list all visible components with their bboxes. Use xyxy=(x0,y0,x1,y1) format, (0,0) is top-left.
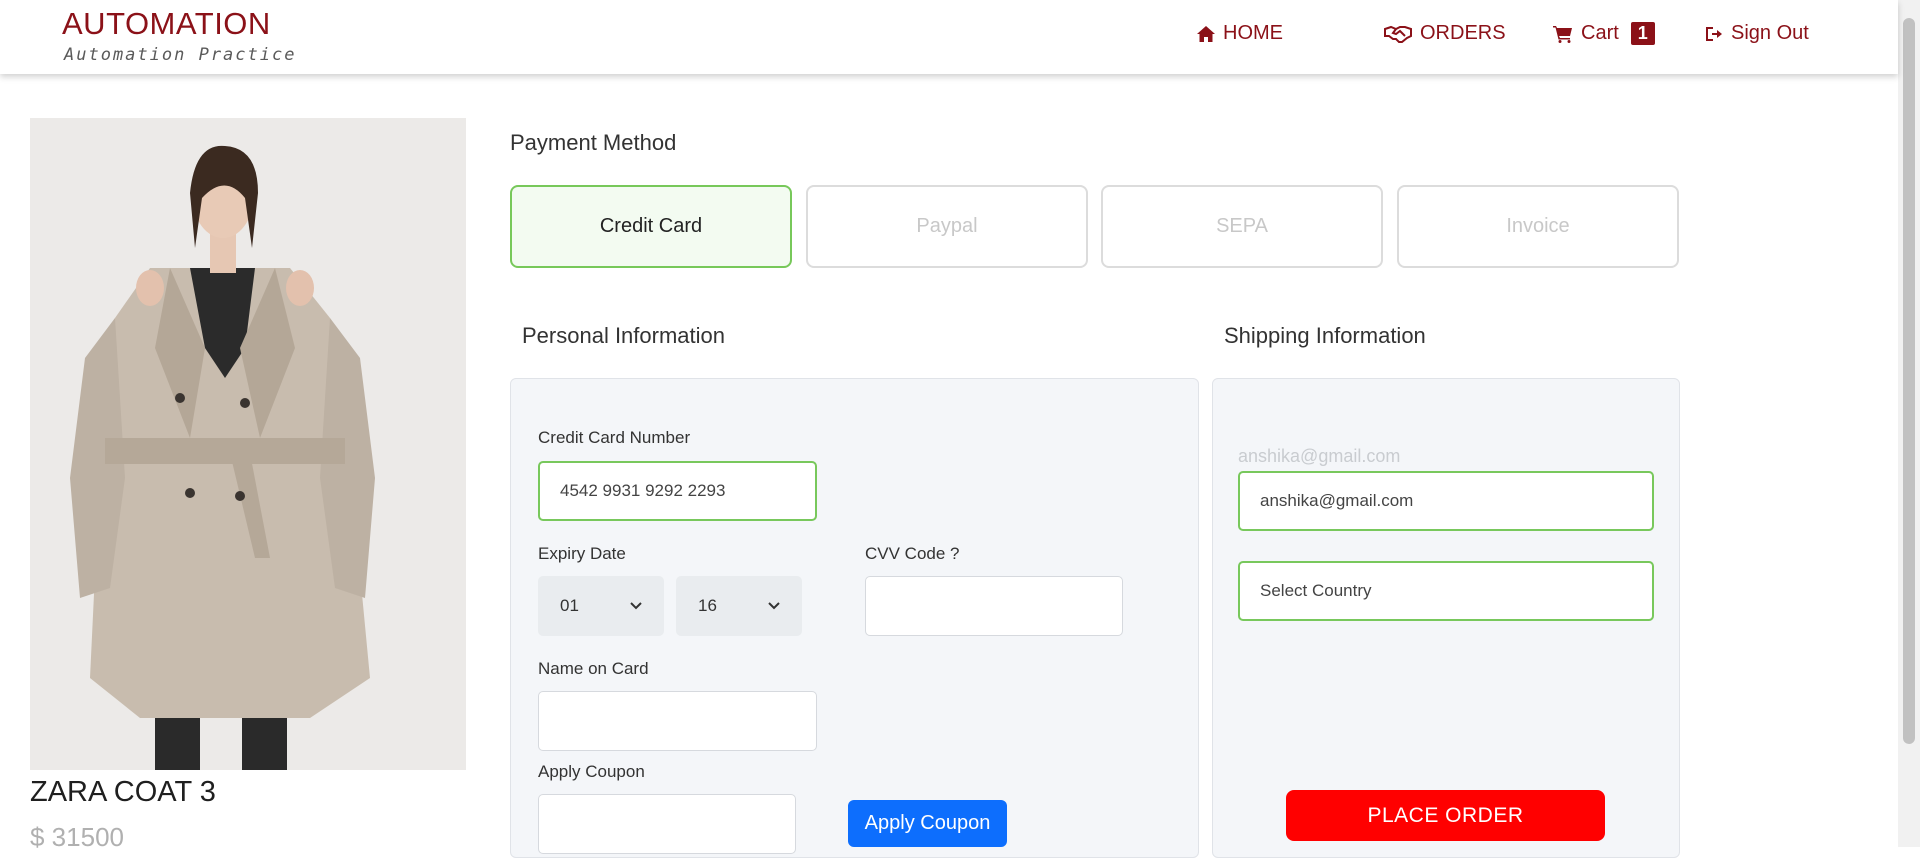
payment-tab-invoice[interactable]: Invoice xyxy=(1397,185,1679,268)
payment-method-title: Payment Method xyxy=(510,130,677,155)
expiry-month-select[interactable]: 01 xyxy=(538,576,664,636)
expiry-year-select[interactable]: 16 xyxy=(676,576,802,636)
chevron-down-icon xyxy=(768,602,780,610)
home-icon xyxy=(1197,25,1215,42)
place-order-button[interactable]: PLACE ORDER xyxy=(1286,790,1605,841)
cvv-input[interactable] xyxy=(865,576,1123,636)
name-on-card-label: Name on Card xyxy=(538,659,649,678)
cart-icon xyxy=(1553,25,1572,43)
name-on-card-input[interactable] xyxy=(538,691,817,751)
sign-out-icon xyxy=(1706,26,1722,41)
shipping-info-title: Shipping Information xyxy=(1224,323,1426,348)
nav-home[interactable]: HOME xyxy=(1197,22,1283,45)
country-placeholder: Select Country xyxy=(1260,581,1372,600)
brand-title[interactable]: AUTOMATION xyxy=(62,6,271,42)
nav-cart[interactable]: Cart 1 xyxy=(1553,22,1655,45)
personal-info-title: Personal Information xyxy=(522,323,725,348)
cc-number-value: 4542 9931 9292 2293 xyxy=(560,481,726,500)
payment-tab-sepa[interactable]: SEPA xyxy=(1101,185,1383,268)
cart-count-badge: 1 xyxy=(1630,22,1655,45)
handshake-icon xyxy=(1384,25,1412,43)
country-input[interactable]: Select Country xyxy=(1238,561,1654,621)
nav-home-label: HOME xyxy=(1223,22,1283,44)
scrollbar-thumb[interactable] xyxy=(1903,18,1915,744)
cc-number-input[interactable]: 4542 9931 9292 2293 xyxy=(538,461,817,521)
expiry-month-value: 01 xyxy=(560,596,579,615)
coupon-input[interactable] xyxy=(538,794,796,854)
payment-tab-credit-card[interactable]: Credit Card xyxy=(510,185,792,268)
product-price: $ 31500 xyxy=(30,822,124,852)
user-email-label: anshika@gmail.com xyxy=(1238,446,1401,466)
payment-tab-paypal[interactable]: Paypal xyxy=(806,185,1088,268)
shipping-email-input[interactable]: anshika@gmail.com xyxy=(1238,471,1654,531)
chevron-down-icon xyxy=(630,602,642,610)
apply-coupon-label: Apply Coupon xyxy=(538,762,645,781)
cc-number-label: Credit Card Number xyxy=(538,428,691,447)
coat-model-image xyxy=(30,118,466,770)
nav-cart-label: Cart xyxy=(1581,22,1619,44)
expiry-date-label: Expiry Date xyxy=(538,544,626,563)
cvv-label: CVV Code ? xyxy=(865,544,960,563)
product-name: ZARA COAT 3 xyxy=(30,776,216,808)
nav-orders-label: ORDERS xyxy=(1420,22,1506,44)
top-navbar: AUTOMATION Automation Practice HOME ORDE… xyxy=(0,0,1898,74)
nav-sign-out[interactable]: Sign Out xyxy=(1705,22,1809,45)
page-scrollbar[interactable] xyxy=(1898,0,1920,847)
expiry-year-value: 16 xyxy=(698,596,717,615)
brand-subtitle: Automation Practice xyxy=(64,45,297,65)
nav-orders[interactable]: ORDERS xyxy=(1384,22,1506,45)
apply-coupon-button[interactable]: Apply Coupon xyxy=(848,800,1007,847)
shipping-email-value: anshika@gmail.com xyxy=(1260,491,1414,510)
product-image xyxy=(30,118,466,770)
nav-sign-out-label: Sign Out xyxy=(1731,22,1809,44)
